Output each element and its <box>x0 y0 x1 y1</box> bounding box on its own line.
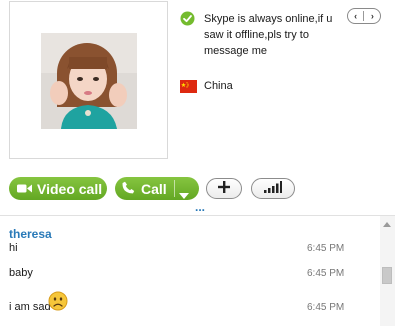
video-call-button[interactable]: Video call <box>9 177 107 200</box>
call-toolbar: Video call Call <box>0 177 395 201</box>
message-time: 6:45 PM <box>307 302 345 313</box>
profile-pager: ‹ › <box>347 8 381 24</box>
phone-icon <box>122 181 135 197</box>
plus-icon <box>218 180 230 198</box>
mood-message: Skype is always online,if u saw it offli… <box>204 13 333 57</box>
scroll-up-arrow-icon[interactable] <box>383 222 391 227</box>
expand-more-indicator[interactable]: ... <box>195 201 205 213</box>
chat-message: baby <box>9 267 33 279</box>
message-sender[interactable]: theresa <box>9 227 52 241</box>
chat-message-text: i am sad <box>9 301 51 313</box>
message-time: 6:45 PM <box>307 243 345 254</box>
video-camera-icon <box>17 181 32 197</box>
call-quality-button[interactable] <box>251 178 295 199</box>
chat-scrollbar[interactable] <box>380 216 395 326</box>
call-dropdown-divider <box>174 180 175 197</box>
china-flag-icon <box>180 80 197 93</box>
profile-photo-image <box>41 33 137 129</box>
add-button[interactable] <box>206 178 242 199</box>
next-button[interactable]: › <box>371 11 374 21</box>
call-button[interactable]: Call <box>115 177 199 200</box>
chevron-down-icon[interactable] <box>179 186 189 202</box>
profile-photo[interactable] <box>41 33 137 129</box>
signal-bars-icon <box>264 180 282 198</box>
profile-photo-frame <box>9 1 168 159</box>
chat-history: theresa hi 6:45 PM baby 6:45 PM i am sad… <box>0 216 380 326</box>
online-check-icon <box>180 11 195 26</box>
message-time: 6:45 PM <box>307 268 345 279</box>
video-call-label: Video call <box>37 180 103 197</box>
scroll-thumb[interactable] <box>382 267 392 284</box>
prev-button[interactable]: ‹ <box>354 11 357 21</box>
sad-emoticon-icon <box>48 291 68 316</box>
chat-message: i am sad <box>9 301 51 313</box>
chat-message: hi <box>9 242 18 254</box>
pager-separator <box>363 11 365 21</box>
call-label: Call <box>141 180 167 197</box>
location-label: China <box>204 80 233 92</box>
